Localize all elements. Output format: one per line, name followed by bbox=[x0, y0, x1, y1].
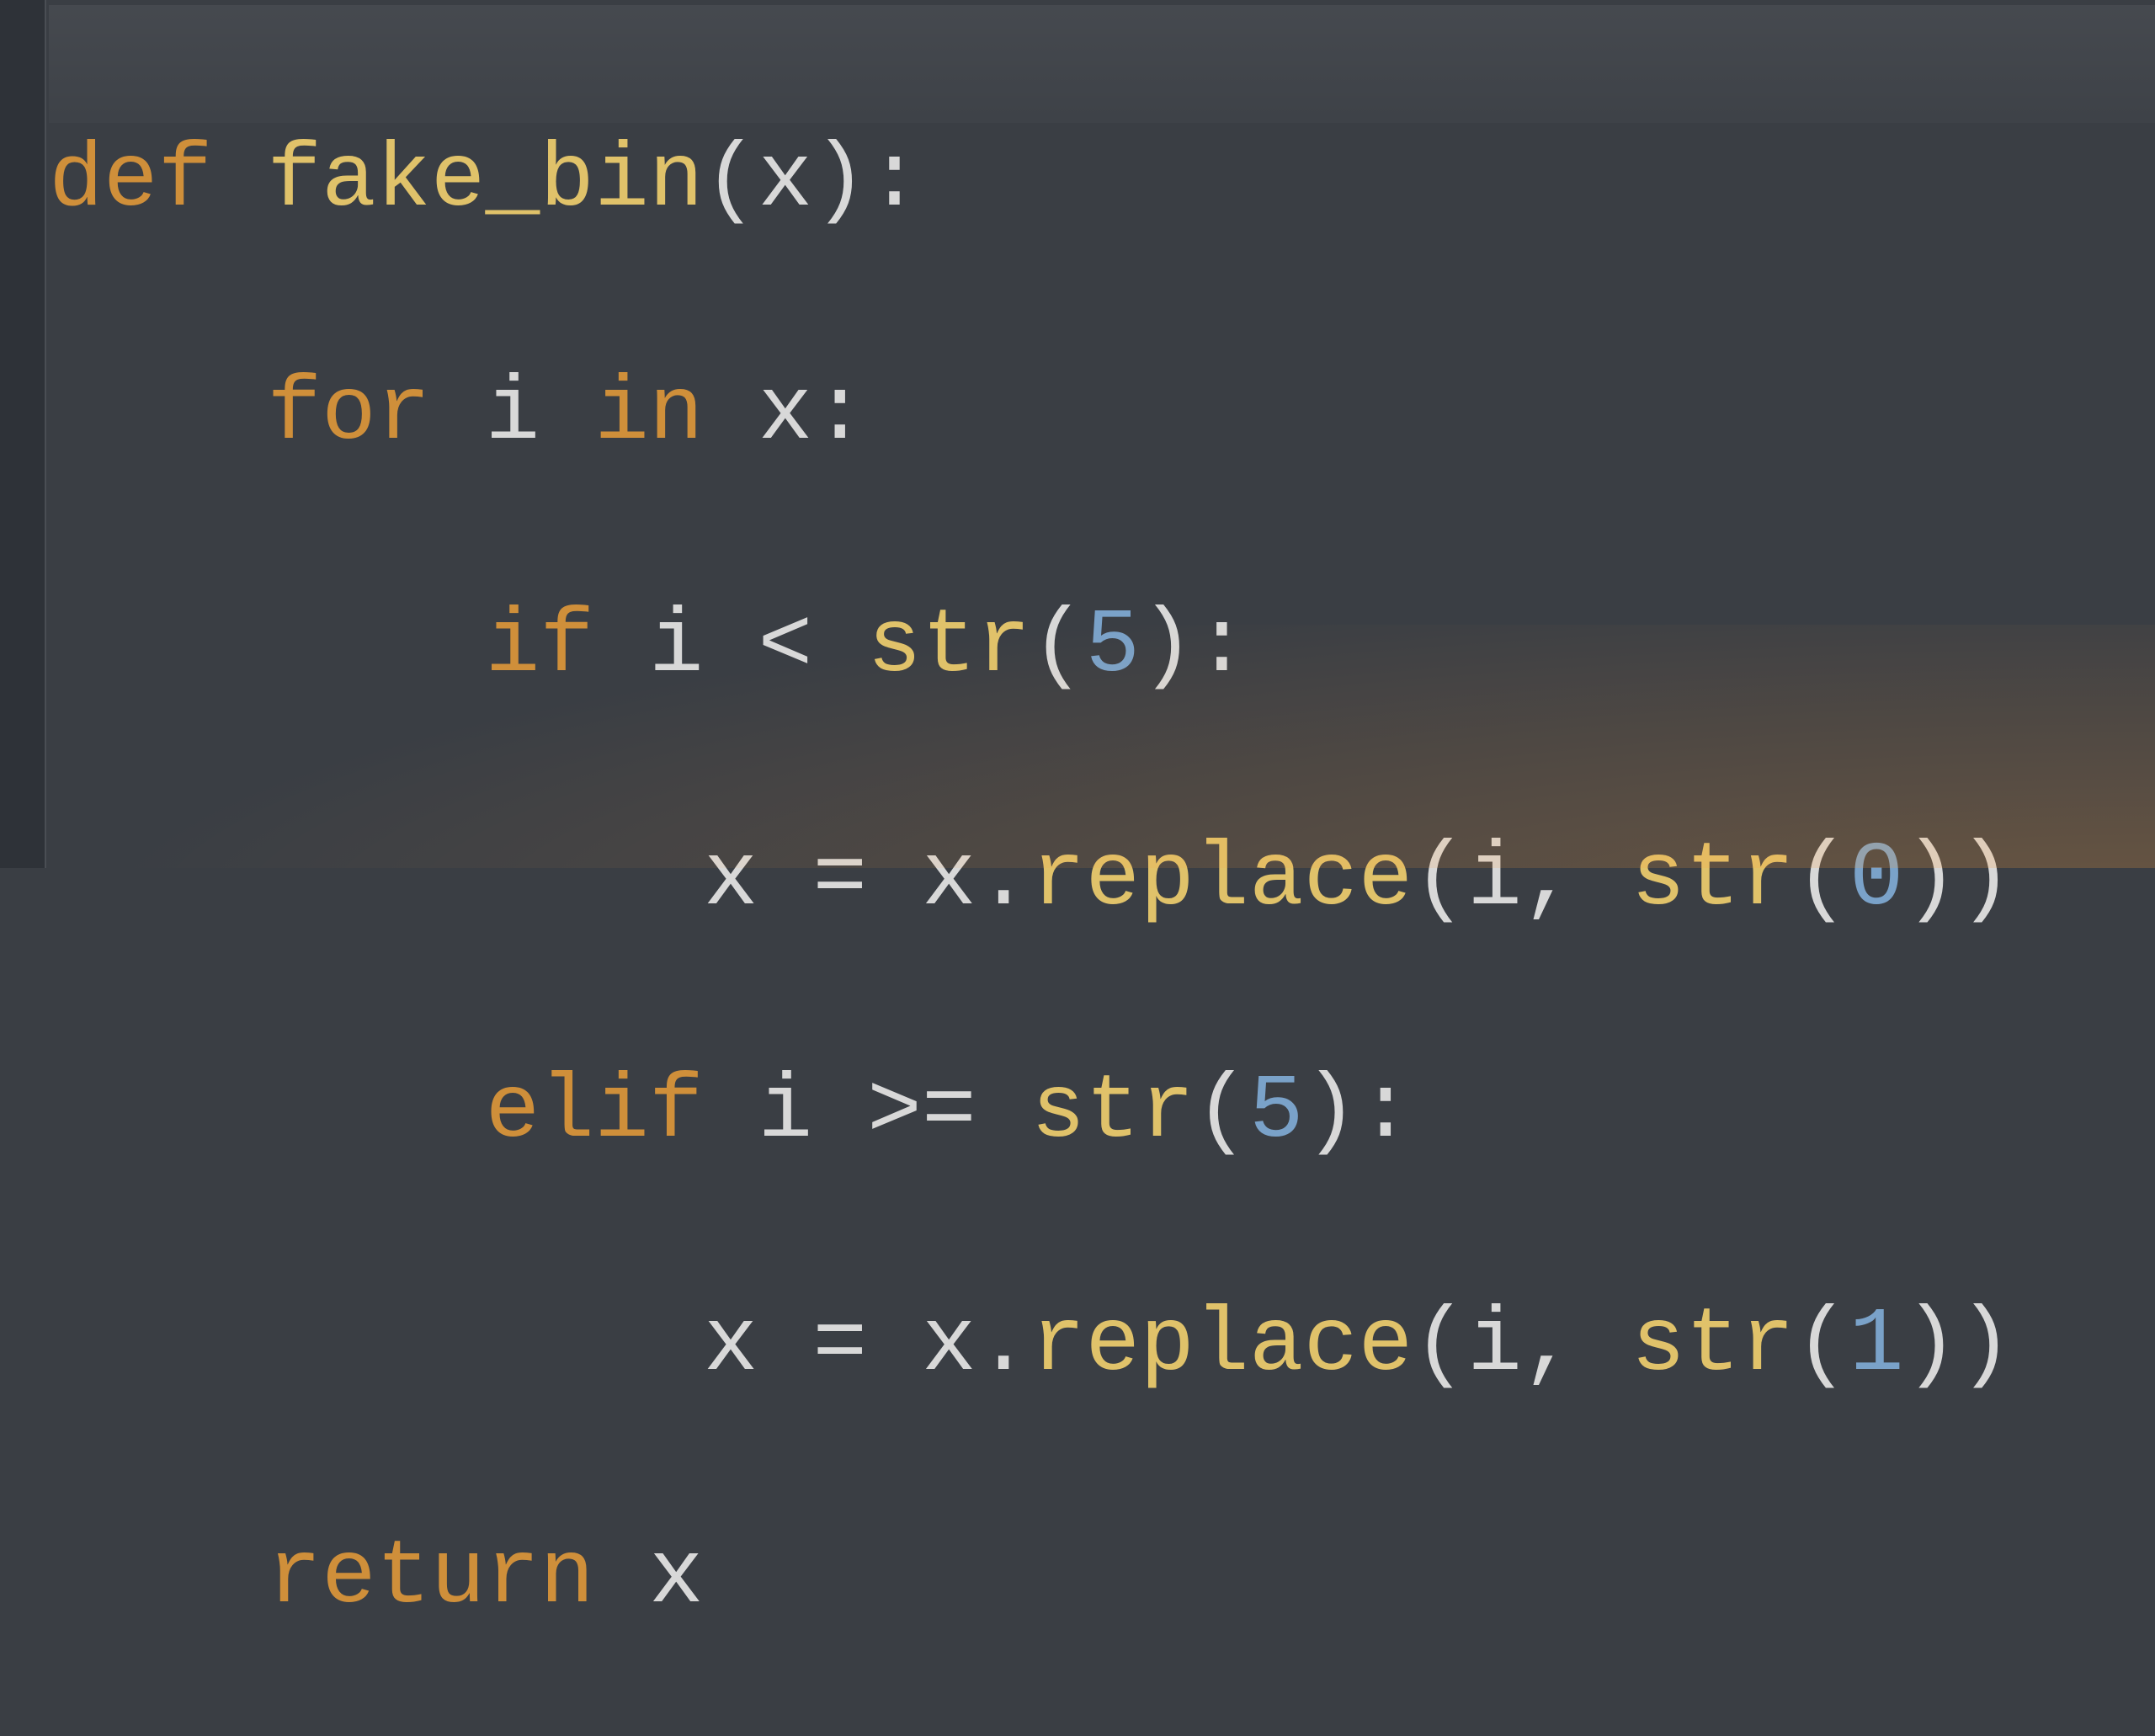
space bbox=[540, 363, 594, 466]
var-i: i bbox=[486, 363, 540, 466]
number-5: 5 bbox=[1085, 595, 1140, 698]
keyword-in: in bbox=[594, 363, 704, 466]
indent bbox=[49, 363, 267, 466]
code-line-3[interactable]: if i < str(5): bbox=[49, 588, 2013, 705]
number-0: 0 bbox=[1849, 828, 1904, 931]
builtin-str: str bbox=[1631, 1294, 1795, 1397]
paren-open: ( bbox=[1795, 828, 1849, 931]
paren-close-colon: ): bbox=[1304, 1061, 1413, 1164]
var-x: x bbox=[758, 363, 813, 466]
paren-open: ( bbox=[1195, 1061, 1249, 1164]
builtin-str: str bbox=[1031, 1061, 1195, 1164]
builtin-str: str bbox=[1631, 828, 1795, 931]
paren-open: ( bbox=[1413, 1294, 1467, 1397]
var-x: x bbox=[922, 828, 976, 931]
paren-open: ( bbox=[704, 130, 758, 232]
editor-gutter bbox=[0, 0, 46, 868]
indent bbox=[49, 828, 704, 931]
space bbox=[594, 1526, 649, 1629]
var-x: x bbox=[704, 1294, 758, 1397]
param-x: x bbox=[758, 130, 813, 232]
paren-open: ( bbox=[1031, 595, 1086, 698]
number-5: 5 bbox=[1249, 1061, 1304, 1164]
space bbox=[812, 1061, 867, 1164]
code-line-2[interactable]: for i in x: bbox=[49, 356, 2013, 472]
space bbox=[594, 595, 649, 698]
space bbox=[867, 828, 922, 931]
space bbox=[812, 595, 867, 698]
paren-open: ( bbox=[1413, 828, 1467, 931]
number-1: 1 bbox=[1849, 1294, 1904, 1397]
lt-operator: < bbox=[758, 595, 813, 698]
comma-space: , bbox=[1522, 1294, 1631, 1397]
var-x: x bbox=[922, 1294, 976, 1397]
var-i: i bbox=[649, 595, 704, 698]
comma-space: , bbox=[1522, 828, 1631, 931]
var-i: i bbox=[758, 1061, 813, 1164]
function-name: fake_bin bbox=[267, 130, 703, 232]
paren-close-close: )) bbox=[1904, 828, 2014, 931]
space bbox=[212, 130, 267, 232]
paren-close-colon: ): bbox=[1140, 595, 1249, 698]
paren-close-close: )) bbox=[1904, 1294, 2014, 1397]
code-editor[interactable]: def fake_bin(x): for i in x: if i < str(… bbox=[49, 7, 2013, 1736]
space bbox=[758, 828, 813, 931]
builtin-str: str bbox=[867, 595, 1030, 698]
space bbox=[431, 363, 486, 466]
space bbox=[704, 363, 758, 466]
keyword-def: def bbox=[49, 130, 212, 232]
code-line-6[interactable]: x = x.replace(i, str(1)) bbox=[49, 1287, 2013, 1403]
var-x: x bbox=[649, 1526, 704, 1629]
var-i: i bbox=[1467, 828, 1522, 931]
keyword-if: if bbox=[485, 595, 594, 698]
method-replace: replace bbox=[1031, 1294, 1413, 1397]
space bbox=[867, 1294, 922, 1397]
space bbox=[704, 1061, 758, 1164]
indent bbox=[49, 1526, 267, 1629]
space bbox=[704, 595, 758, 698]
var-i: i bbox=[1467, 1294, 1522, 1397]
dot: . bbox=[976, 828, 1031, 931]
equals: = bbox=[812, 1294, 867, 1397]
colon: : bbox=[812, 363, 867, 466]
keyword-elif: elif bbox=[485, 1061, 703, 1164]
equals: = bbox=[812, 828, 867, 931]
code-line-7[interactable]: return x bbox=[49, 1520, 2013, 1636]
keyword-return: return bbox=[267, 1526, 594, 1629]
paren-close-colon: ): bbox=[812, 130, 922, 232]
code-line-4[interactable]: x = x.replace(i, str(0)) bbox=[49, 822, 2013, 938]
indent bbox=[49, 595, 485, 698]
ge-operator: >= bbox=[867, 1061, 976, 1164]
method-replace: replace bbox=[1031, 828, 1413, 931]
code-line-1[interactable]: def fake_bin(x): bbox=[49, 123, 2013, 239]
indent bbox=[49, 1061, 485, 1164]
space bbox=[758, 1294, 813, 1397]
dot: . bbox=[976, 1294, 1031, 1397]
keyword-for: for bbox=[267, 363, 430, 466]
indent bbox=[49, 1294, 704, 1397]
var-x: x bbox=[704, 828, 758, 931]
space bbox=[976, 1061, 1031, 1164]
code-line-5[interactable]: elif i >= str(5): bbox=[49, 1054, 2013, 1170]
paren-open: ( bbox=[1795, 1294, 1849, 1397]
